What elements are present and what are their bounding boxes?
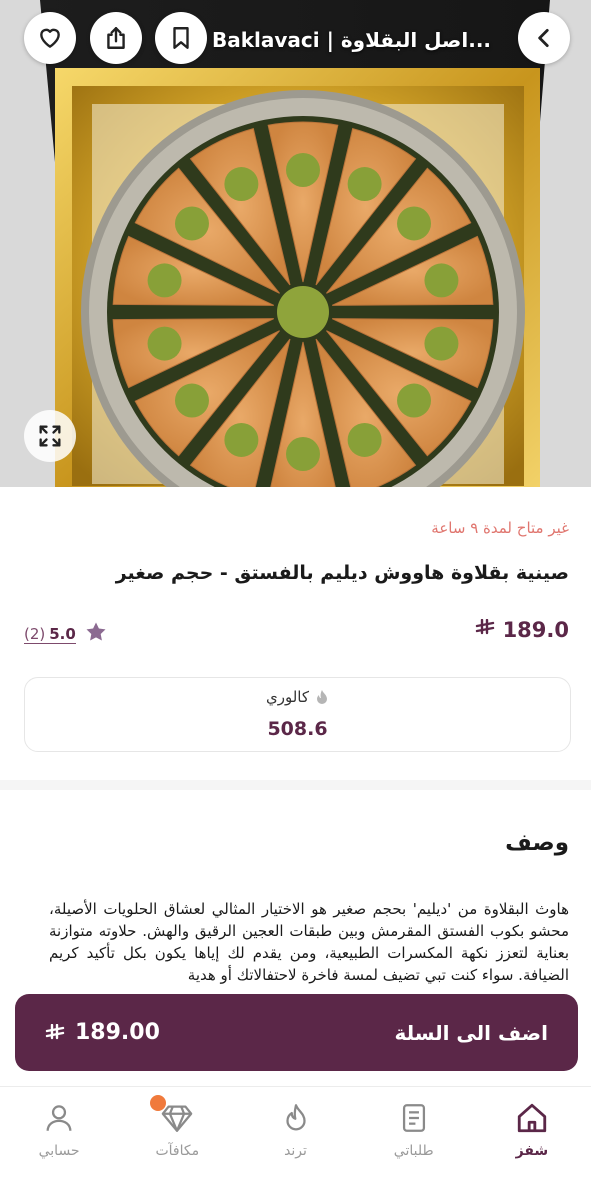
pistachio-topping — [224, 422, 259, 457]
nav-item-trending[interactable]: ترند — [236, 1087, 354, 1200]
description-text: هاوث البقلاوة من 'ديليم' بحجم صغير هو ال… — [49, 900, 569, 984]
calorie-label: كالوري — [265, 688, 309, 706]
product-title: صينية بقلاوة هاووش ديليم بالفستق - حجم ص… — [115, 562, 569, 584]
flame-icon — [285, 1104, 306, 1131]
pistachio-topping — [347, 422, 382, 457]
share-button[interactable] — [90, 12, 142, 64]
back-button[interactable] — [518, 12, 570, 64]
calorie-label-row: كالوري — [25, 688, 570, 706]
pistachio-topping — [286, 437, 320, 471]
star-icon — [84, 620, 108, 648]
pistachio-topping — [397, 206, 432, 241]
price-value: 189.0 — [502, 618, 569, 642]
user-icon — [46, 1105, 72, 1131]
favorite-button[interactable] — [24, 12, 76, 64]
rating-summary[interactable]: (2) 5.0 — [24, 625, 76, 644]
rating[interactable]: (2) 5.0 — [24, 620, 108, 648]
expand-image-button[interactable] — [24, 410, 76, 462]
pistachio-topping — [174, 383, 209, 418]
pistachio-topping — [424, 263, 459, 298]
pistachio-topping — [147, 326, 182, 361]
nav-item-rewards[interactable]: مكافآت — [118, 1087, 236, 1200]
product-image[interactable]: Baklavaci | اصل البقلاوة... — [0, 0, 591, 487]
bookmark-icon — [173, 27, 189, 49]
product-info: غير متاح لمدة ٩ ساعة صينية بقلاوة هاووش … — [0, 487, 591, 790]
description-title: وصف — [505, 830, 569, 856]
pistachio-topping — [286, 153, 320, 187]
pistachio-topping — [224, 167, 259, 202]
availability-status: غير متاح لمدة ٩ ساعة — [431, 519, 569, 537]
section-divider — [0, 780, 591, 790]
calorie-card: كالوري 508.6 — [24, 677, 571, 752]
nav-item-orders[interactable]: طلباتي — [355, 1087, 473, 1200]
rating-count: (2) — [24, 624, 46, 643]
nav-item-home[interactable]: شفز — [473, 1087, 591, 1200]
flame-small-icon — [317, 690, 327, 704]
cart-price-value: 189.00 — [75, 1020, 160, 1045]
nav-item-account[interactable]: حسابي — [0, 1087, 118, 1200]
share-icon — [107, 27, 125, 49]
chevron-right-icon — [538, 29, 549, 47]
nav-label-orders: طلباتي — [393, 1143, 434, 1159]
pistachio-topping — [174, 206, 209, 241]
add-to-cart-button[interactable]: 189.00 اضف الى السلة — [15, 994, 578, 1071]
cart-price: 189.00 — [45, 1020, 160, 1045]
rating-value: 5.0 — [49, 624, 76, 643]
pistachio-topping — [347, 167, 382, 202]
calorie-value: 508.6 — [267, 718, 328, 740]
home-icon — [517, 1103, 547, 1133]
diamond-icon — [161, 1105, 193, 1132]
currency-icon — [475, 618, 495, 642]
expand-icon — [39, 425, 61, 447]
bookmark-button[interactable] — [155, 12, 207, 64]
pistachio-topping — [397, 383, 432, 418]
nav-label-trending: ترند — [284, 1143, 307, 1159]
currency-icon — [45, 1023, 65, 1039]
product-price: 189.0 — [475, 618, 569, 642]
bottom-navigation: حسابي مكافآت ترند طلباتي شفز — [0, 1086, 591, 1200]
store-title: Baklavaci | اصل البقلاوة... — [212, 28, 492, 52]
nav-label-account: حسابي — [38, 1143, 80, 1159]
nav-label-rewards: مكافآت — [155, 1143, 200, 1159]
nav-label-home: شفز — [515, 1143, 549, 1159]
receipt-icon — [402, 1104, 425, 1132]
add-to-cart-label: اضف الى السلة — [394, 1020, 548, 1045]
pistachio-topping — [424, 326, 459, 361]
baklava-tray-photo — [0, 0, 591, 487]
description-section: وصف هاوث البقلاوة من 'ديليم' بحجم صغير ه… — [0, 790, 591, 1020]
pistachio-topping — [147, 263, 182, 298]
heart-icon — [40, 28, 60, 48]
